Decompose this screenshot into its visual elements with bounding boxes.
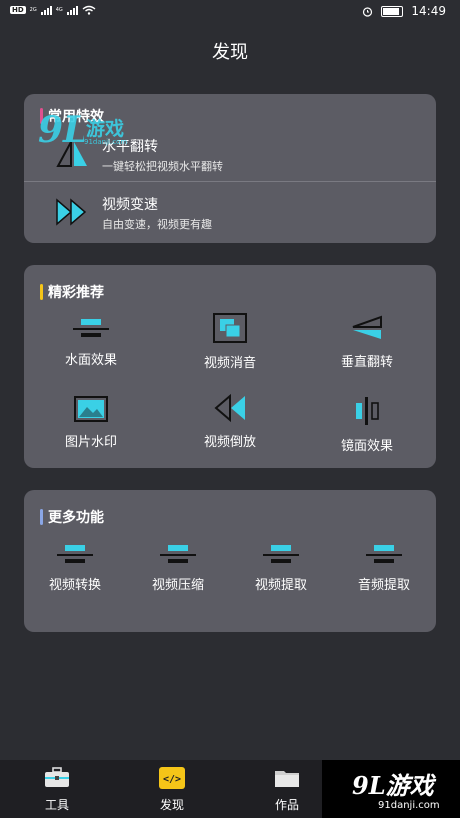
section-bar (40, 284, 43, 300)
featured-label: 镜面效果 (340, 439, 393, 454)
status-bar: HD 2G 4G 14:49 (0, 0, 460, 24)
tab-label: 发现 (159, 798, 184, 812)
feature-name: 视频变速 (102, 197, 158, 213)
more-label: 视频转换 (48, 578, 101, 593)
toolbox-icon (45, 767, 69, 787)
section-title-text: 精彩推荐 (48, 285, 104, 301)
watermark-sub: 91danji.com (84, 138, 128, 146)
extract-icon (263, 545, 299, 563)
fast-forward-icon (56, 198, 87, 226)
water-surface-icon (73, 319, 109, 337)
tab-works[interactable]: 作品 (247, 766, 327, 813)
more-label: 音频提取 (357, 578, 410, 593)
signal-icon (40, 5, 52, 15)
watermark-text: 游戏 (86, 118, 125, 140)
featured-label: 视频消音 (203, 356, 256, 371)
more-audio-extract[interactable]: 音频提取 (329, 542, 439, 593)
tab-label: 作品 (274, 798, 299, 812)
featured-label: 视频倒放 (203, 435, 256, 450)
featured-water-surface[interactable]: 水面效果 (36, 315, 146, 368)
featured-image-watermark[interactable]: 图片水印 (36, 395, 146, 450)
network-type-label-2: 4G (55, 7, 63, 13)
more-extract[interactable]: 视频提取 (226, 542, 336, 593)
image-watermark-icon (74, 396, 108, 422)
more-label: 视频压缩 (151, 578, 204, 593)
tab-tools[interactable]: 工具 (17, 766, 97, 813)
feature-desc: 自由变速，视频更有趣 (102, 218, 212, 231)
divider (24, 181, 436, 182)
featured-label: 水面效果 (64, 353, 117, 368)
rewind-icon (214, 393, 245, 423)
convert-icon (57, 545, 93, 563)
more-functions-card: 更多功能 视频转换 视频压缩 视频提取 音频提取 (24, 490, 436, 632)
tab-discover[interactable]: </> 发现 (132, 766, 212, 813)
more-label: 视频提取 (254, 578, 307, 593)
featured-mirror[interactable]: 镜面效果 (312, 395, 422, 454)
clock: 14:49 (411, 4, 446, 18)
brand-url: 91danji.com (378, 800, 440, 811)
featured-mute[interactable]: 视频消音 (175, 312, 285, 371)
wifi-icon (82, 5, 96, 15)
svg-text:</>: </> (163, 774, 181, 785)
watermark-logo: 9L 游戏 91danji.com (38, 108, 138, 152)
featured-card: 精彩推荐 水面效果 视频消音 垂直翻转 图片水印 视频倒放 镜面效果 (24, 265, 436, 468)
more-compress[interactable]: 视频压缩 (123, 542, 233, 593)
alarm-icon (363, 6, 373, 17)
code-icon: </> (159, 767, 185, 789)
svg-text:9L: 9L (38, 109, 84, 150)
featured-label: 垂直翻转 (340, 355, 393, 370)
section-bar (40, 509, 43, 525)
section-title-featured: 精彩推荐 (40, 282, 104, 302)
network-type-label: 2G (29, 7, 37, 13)
mirror-icon (356, 397, 379, 425)
featured-rewind[interactable]: 视频倒放 (175, 393, 285, 450)
page-title: 发现 (212, 42, 248, 63)
folder-icon (275, 771, 299, 787)
signal-icon-2 (66, 5, 78, 15)
tab-label: 工具 (44, 798, 69, 812)
brand-watermark: 9L游戏 91danji.com (322, 760, 460, 818)
section-title-text: 更多功能 (48, 510, 104, 526)
battery-icon (381, 5, 404, 17)
audio-extract-icon (366, 545, 402, 563)
more-convert[interactable]: 视频转换 (20, 542, 130, 593)
watermark-9l-icon: 9L (38, 109, 88, 151)
feature-speed[interactable]: 视频变速 自由变速，视频更有趣 (54, 194, 424, 234)
featured-label: 图片水印 (64, 435, 117, 450)
compress-icon (160, 545, 196, 563)
mute-icon (213, 313, 247, 343)
hd-badge: HD (10, 6, 26, 14)
feature-desc: 一键轻松把视频水平翻转 (102, 160, 223, 173)
section-title-more: 更多功能 (40, 507, 104, 527)
brand-name: 9L游戏 (352, 771, 434, 800)
featured-flip-vertical[interactable]: 垂直翻转 (312, 313, 422, 370)
flip-vertical-icon (352, 315, 382, 339)
